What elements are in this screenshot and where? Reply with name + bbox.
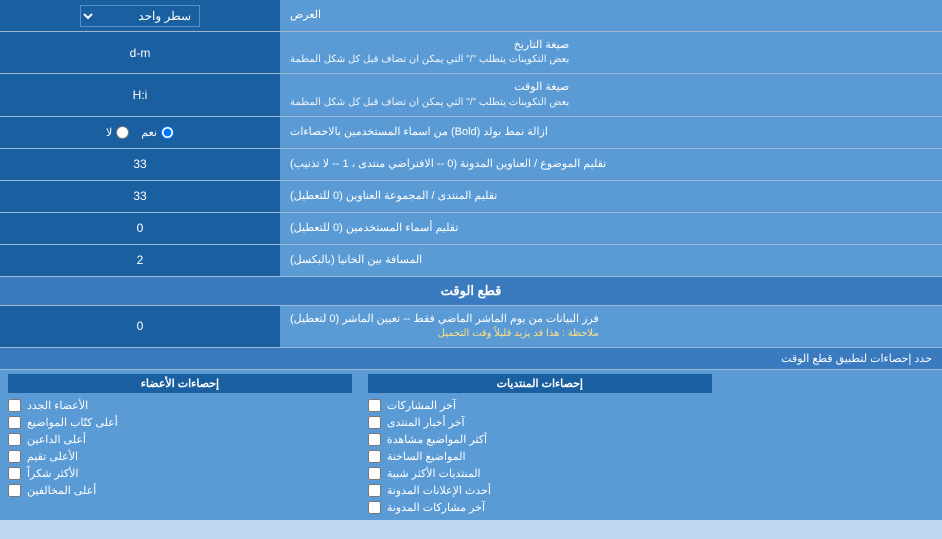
checkboxes-grid: إحصاءات المنتديات آخر المشاركات آخر أخبا… bbox=[0, 370, 942, 520]
checkbox-most-popular[interactable] bbox=[368, 467, 381, 480]
row-forum: تقليم المنتدى / المجموعة العناوين (0 للت… bbox=[0, 181, 942, 213]
text-topics[interactable] bbox=[8, 157, 272, 171]
text-time-format[interactable] bbox=[8, 88, 272, 102]
text-date-format[interactable] bbox=[8, 46, 272, 60]
radio-group-bold: نعم لا bbox=[106, 126, 174, 139]
col-blank bbox=[720, 370, 942, 520]
cb-item: آخر المشاركات bbox=[368, 397, 712, 414]
input-cutoff-data[interactable] bbox=[0, 306, 280, 347]
cb-item: أكثر المواضيع مشاهدة bbox=[368, 431, 712, 448]
checkbox-top-rated[interactable] bbox=[8, 450, 21, 463]
cb-item: آخر أخبار المنتدى bbox=[368, 414, 712, 431]
input-ard[interactable]: سطر واحد سطران ثلاثة أسطر bbox=[0, 0, 280, 31]
cb-item: أعلى المخالفين bbox=[8, 482, 352, 499]
radio-bold-yes[interactable]: نعم bbox=[141, 126, 174, 139]
input-topics[interactable] bbox=[0, 149, 280, 180]
cb-item: الأعلى تقيم bbox=[8, 448, 352, 465]
row-date-format: صيغة التاريخ بعض التكوينات يتطلب "/" الت… bbox=[0, 32, 942, 74]
text-forum[interactable] bbox=[8, 189, 272, 203]
checkbox-top-posters[interactable] bbox=[8, 416, 21, 429]
input-bold[interactable]: نعم لا bbox=[0, 117, 280, 148]
cb-item: المنتديات الأكثر شبية bbox=[368, 465, 712, 482]
col-member-stats-header: إحصاءات الأعضاء bbox=[8, 374, 352, 393]
label-forum: تقليم المنتدى / المجموعة العناوين (0 للت… bbox=[280, 181, 942, 212]
label-spacing: المسافة بين الخانيا (بالبكسل) bbox=[280, 245, 942, 276]
cb-item: أعلى كتّاب المواضيع bbox=[8, 414, 352, 431]
label-cutoff-data: فرز البيانات من يوم الماشر الماضي فقط --… bbox=[280, 306, 942, 347]
cb-label: آخر مشاركات المدونة bbox=[387, 501, 485, 514]
cb-label: آخر المشاركات bbox=[387, 399, 456, 412]
cb-label: أكثر المواضيع مشاهدة bbox=[387, 433, 487, 446]
row-topics: تقليم الموضوع / العناوين المدونة (0 -- ا… bbox=[0, 149, 942, 181]
checkbox-top-warned[interactable] bbox=[8, 484, 21, 497]
checkboxes-label: حدد إحصاءات لتطبيق قطع الوقت bbox=[0, 348, 942, 370]
cb-label: المنتديات الأكثر شبية bbox=[387, 467, 481, 480]
input-time-format[interactable] bbox=[0, 74, 280, 115]
label-date-format: صيغة التاريخ بعض التكوينات يتطلب "/" الت… bbox=[280, 32, 942, 73]
input-spacing[interactable] bbox=[0, 245, 280, 276]
row-usernames: تقليم أسماء المستخدمين (0 للتعطيل) bbox=[0, 213, 942, 245]
cb-item: المواضيع الساخنة bbox=[368, 448, 712, 465]
checkbox-new-members[interactable] bbox=[8, 399, 21, 412]
input-date-format[interactable] bbox=[0, 32, 280, 73]
checkbox-last-posts[interactable] bbox=[368, 399, 381, 412]
cb-label: الأعلى تقيم bbox=[27, 450, 78, 463]
label-bold: ازالة نمط بولد (Bold) من اسماء المستخدمي… bbox=[280, 117, 942, 148]
cb-label: الأكثر شكراً bbox=[27, 467, 78, 480]
checkbox-last-news[interactable] bbox=[368, 416, 381, 429]
checkbox-most-viewed[interactable] bbox=[368, 433, 381, 446]
checkbox-most-thanked[interactable] bbox=[8, 467, 21, 480]
cb-label: أعلى المخالفين bbox=[27, 484, 96, 497]
cb-label: الأعضاء الجدد bbox=[27, 399, 88, 412]
row-spacing: المسافة بين الخانيا (بالبكسل) bbox=[0, 245, 942, 277]
label-time-format: صيغة الوقت بعض التكوينات يتطلب "/" التي … bbox=[280, 74, 942, 115]
col-forum-stats-header: إحصاءات المنتديات bbox=[368, 374, 712, 393]
label-ard: العرض bbox=[280, 0, 942, 31]
cb-label: المواضيع الساخنة bbox=[387, 450, 466, 463]
text-usernames[interactable] bbox=[8, 221, 272, 235]
checkbox-last-blog-posts[interactable] bbox=[368, 501, 381, 514]
cb-item: الأعضاء الجدد bbox=[8, 397, 352, 414]
text-spacing[interactable] bbox=[8, 253, 272, 267]
row-cutoff-data: فرز البيانات من يوم الماشر الماضي فقط --… bbox=[0, 306, 942, 348]
cb-item: أحدث الإعلانات المدونة bbox=[368, 482, 712, 499]
label-topics: تقليم الموضوع / العناوين المدونة (0 -- ا… bbox=[280, 149, 942, 180]
cb-label: أحدث الإعلانات المدونة bbox=[387, 484, 491, 497]
cb-item: الأكثر شكراً bbox=[8, 465, 352, 482]
label-usernames: تقليم أسماء المستخدمين (0 للتعطيل) bbox=[280, 213, 942, 244]
cb-label: آخر أخبار المنتدى bbox=[387, 416, 465, 429]
radio-bold-no[interactable]: لا bbox=[106, 126, 129, 139]
select-ard[interactable]: سطر واحد سطران ثلاثة أسطر bbox=[80, 5, 200, 27]
text-cutoff-data[interactable] bbox=[8, 319, 272, 333]
row-bold: ازالة نمط بولد (Bold) من اسماء المستخدمي… bbox=[0, 117, 942, 149]
cb-label: أعلى الداعين bbox=[27, 433, 86, 446]
input-usernames[interactable] bbox=[0, 213, 280, 244]
cb-item: آخر مشاركات المدونة bbox=[368, 499, 712, 516]
cb-label: أعلى كتّاب المواضيع bbox=[27, 416, 118, 429]
input-forum[interactable] bbox=[0, 181, 280, 212]
checkbox-hot-topics[interactable] bbox=[368, 450, 381, 463]
section-cutoff-header: قطع الوقت bbox=[0, 277, 942, 306]
cb-item: أعلى الداعين bbox=[8, 431, 352, 448]
row-ard: العرض سطر واحد سطران ثلاثة أسطر bbox=[0, 0, 942, 32]
row-time-format: صيغة الوقت بعض التكوينات يتطلب "/" التي … bbox=[0, 74, 942, 116]
checkbox-latest-announcements[interactable] bbox=[368, 484, 381, 497]
col-member-stats: إحصاءات الأعضاء الأعضاء الجدد أعلى كتّاب… bbox=[0, 370, 360, 520]
checkbox-top-referrers[interactable] bbox=[8, 433, 21, 446]
col-forum-stats: إحصاءات المنتديات آخر المشاركات آخر أخبا… bbox=[360, 370, 720, 520]
